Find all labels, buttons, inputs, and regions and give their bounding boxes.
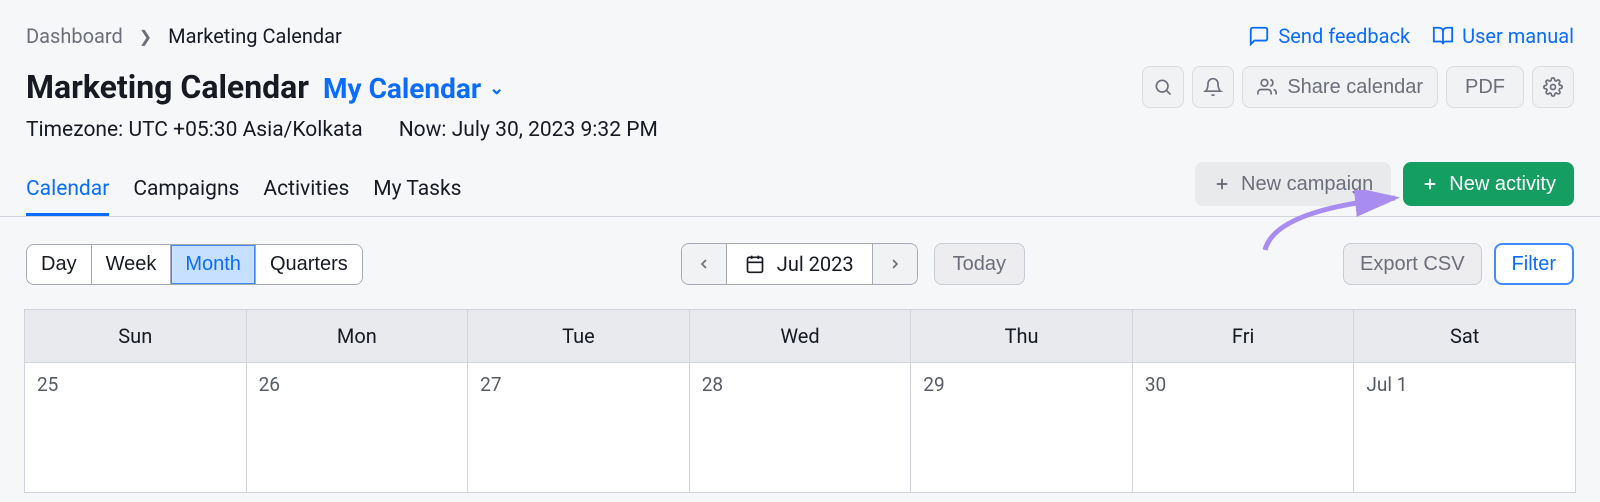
view-toggle: Day Week Month Quarters <box>26 244 363 285</box>
breadcrumb: Dashboard ❯ Marketing Calendar <box>26 24 342 48</box>
pdf-label: PDF <box>1465 76 1505 99</box>
prev-month-button[interactable] <box>682 244 726 284</box>
user-manual-link[interactable]: User manual <box>1432 24 1574 48</box>
chevron-down-icon: ⌄ <box>489 78 504 99</box>
calendar-cell[interactable]: 26 <box>247 363 469 493</box>
export-csv-button[interactable]: Export CSV <box>1343 243 1481 285</box>
share-calendar-button[interactable]: Share calendar <box>1242 66 1438 108</box>
gear-icon <box>1543 77 1563 97</box>
book-icon <box>1432 25 1454 47</box>
bell-icon <box>1203 77 1223 97</box>
settings-button[interactable] <box>1532 66 1574 108</box>
date-picker: Jul 2023 <box>681 243 918 285</box>
weekday-mon: Mon <box>247 310 469 363</box>
tabs: Calendar Campaigns Activities My Tasks <box>26 171 461 216</box>
weekday-wed: Wed <box>690 310 912 363</box>
calendar-cell[interactable]: 25 <box>25 363 247 493</box>
weekday-fri: Fri <box>1133 310 1355 363</box>
view-day[interactable]: Day <box>27 245 92 284</box>
filter-button[interactable]: Filter <box>1494 243 1574 285</box>
pdf-button[interactable]: PDF <box>1446 66 1524 108</box>
people-icon <box>1257 77 1277 97</box>
calendar-header: Sun Mon Tue Wed Thu Fri Sat <box>25 310 1576 363</box>
chevron-right-icon: ❯ <box>139 27 152 46</box>
breadcrumb-root[interactable]: Dashboard <box>26 24 123 48</box>
send-feedback-label: Send feedback <box>1278 24 1410 48</box>
calendar-icon <box>745 254 765 274</box>
plus-icon <box>1213 175 1231 193</box>
plus-icon <box>1421 175 1439 193</box>
new-campaign-label: New campaign <box>1241 173 1373 196</box>
view-week[interactable]: Week <box>92 245 172 284</box>
weekday-sun: Sun <box>25 310 247 363</box>
date-display[interactable]: Jul 2023 <box>726 244 873 284</box>
calendar-cell[interactable]: 28 <box>690 363 912 493</box>
today-button[interactable]: Today <box>934 243 1025 285</box>
calendar-cell[interactable]: 27 <box>468 363 690 493</box>
weekday-sat: Sat <box>1354 310 1576 363</box>
search-icon <box>1153 77 1173 97</box>
now-text: Now: July 30, 2023 9:32 PM <box>399 118 658 142</box>
tab-calendar[interactable]: Calendar <box>26 171 109 216</box>
calendar-cell[interactable]: Jul 1 <box>1354 363 1576 493</box>
tab-activities[interactable]: Activities <box>263 171 349 216</box>
calendar-selector[interactable]: My Calendar ⌄ <box>323 72 504 105</box>
tab-campaigns[interactable]: Campaigns <box>133 171 239 216</box>
view-quarters[interactable]: Quarters <box>256 245 362 284</box>
chat-icon <box>1248 25 1270 47</box>
calendar-name-label: My Calendar <box>323 72 481 105</box>
view-month[interactable]: Month <box>171 245 256 284</box>
tab-my-tasks[interactable]: My Tasks <box>373 171 461 216</box>
new-activity-button[interactable]: New activity <box>1403 162 1574 206</box>
calendar-row: 25 26 27 28 29 30 Jul 1 <box>25 363 1576 493</box>
date-label: Jul 2023 <box>777 252 854 276</box>
page-title: Marketing Calendar <box>26 68 309 106</box>
new-activity-label: New activity <box>1449 173 1556 196</box>
weekday-thu: Thu <box>911 310 1133 363</box>
share-calendar-label: Share calendar <box>1287 76 1423 99</box>
timezone-text: Timezone: UTC +05:30 Asia/Kolkata <box>26 118 363 142</box>
chevron-left-icon <box>696 256 712 272</box>
send-feedback-link[interactable]: Send feedback <box>1248 24 1410 48</box>
search-button[interactable] <box>1142 66 1184 108</box>
notifications-button[interactable] <box>1192 66 1234 108</box>
calendar-cell[interactable]: 29 <box>911 363 1133 493</box>
breadcrumb-current: Marketing Calendar <box>168 24 342 48</box>
next-month-button[interactable] <box>873 244 917 284</box>
chevron-right-icon <box>887 256 903 272</box>
user-manual-label: User manual <box>1462 24 1574 48</box>
new-campaign-button[interactable]: New campaign <box>1195 162 1391 206</box>
calendar-cell[interactable]: 30 <box>1133 363 1355 493</box>
weekday-tue: Tue <box>468 310 690 363</box>
calendar-grid: Sun Mon Tue Wed Thu Fri Sat 25 26 27 28 … <box>24 309 1576 493</box>
